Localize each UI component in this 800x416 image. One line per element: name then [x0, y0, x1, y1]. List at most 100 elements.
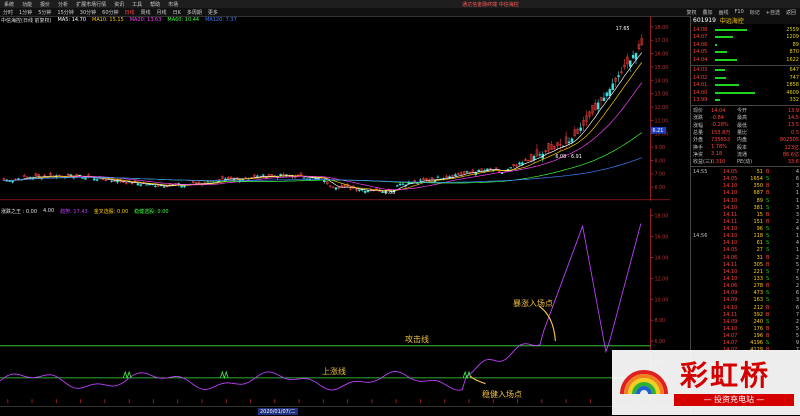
tick-volume: 118: [753, 233, 763, 240]
main-indicator-3: MA20: 13.63: [129, 17, 162, 23]
tick-count: 6: [795, 290, 799, 297]
sell-level-price: 14.08: [693, 26, 708, 33]
tick-volume: 176: [753, 326, 763, 333]
main-ytick: 18.00: [654, 25, 668, 31]
main-indicator-1: MA5: 14.70: [57, 17, 87, 23]
tick-count: 1: [795, 233, 799, 240]
tick-row: 14.10 381 S 3: [691, 204, 800, 211]
candle-body: [366, 189, 370, 192]
quote-label: 涨幅: [693, 122, 704, 129]
ma10-line: [3, 62, 643, 192]
menu-item-3[interactable]: 分析: [58, 1, 68, 8]
tick-row: 14.10 96 S 4: [691, 226, 800, 233]
divider: [691, 105, 800, 106]
price-tag-value: 6.21: [653, 128, 664, 134]
quote-table: 现价 14.04 今开 13.9 涨跌 -0.84 最高 14.5 涨幅 -0.28% 最低 13.5…: [691, 107, 800, 166]
tick-side: B: [766, 261, 770, 268]
main-ytick: 11.00: [654, 118, 668, 124]
sell-levels: 14.08 2559 14.07 1209 14.06 89 14.05 870 14.04 16…: [691, 26, 800, 64]
period-tab-3[interactable]: 15分钟: [57, 9, 73, 16]
tick-count: 2: [795, 318, 799, 325]
period-tab-10[interactable]: 多周期: [187, 9, 202, 16]
period-tab-1[interactable]: 1分钟: [19, 9, 32, 16]
tick-volume: 305: [753, 261, 763, 268]
toolbar-action-0[interactable]: 复权: [686, 9, 696, 16]
toolbar-action-2[interactable]: 画线: [719, 9, 729, 16]
candle-body: [261, 174, 265, 176]
tick-volume: 350: [753, 183, 763, 190]
toolbar-action-1[interactable]: 叠加: [702, 9, 712, 16]
period-tab-11[interactable]: 更多: [208, 9, 218, 16]
main-ytick: 9.00: [654, 145, 665, 151]
period-tab-8[interactable]: 月线: [157, 9, 167, 16]
buy-level-bar: [715, 91, 755, 94]
tick-row: 14.07 196 B 5: [691, 333, 800, 340]
toolbar-action-4[interactable]: 标记: [750, 9, 760, 16]
tick-side: S: [766, 240, 770, 247]
menu-item-8[interactable]: 市场: [168, 1, 178, 8]
tick-price: 14.05: [723, 247, 738, 254]
tick-count: 4: [795, 168, 799, 175]
tick-count: 5: [795, 276, 799, 283]
toolbar-action-5[interactable]: +自选: [766, 9, 780, 16]
tick-volume: 61: [756, 240, 763, 247]
candle-body: [381, 191, 384, 193]
period-tab-9[interactable]: 日K: [173, 9, 181, 16]
quote-label: 今开: [737, 108, 748, 115]
tick-row: 14.11 305 B 5: [691, 261, 800, 268]
menu-item-4[interactable]: 扩展市场行情: [76, 1, 106, 8]
period-tab-4[interactable]: 30分钟: [80, 9, 96, 16]
menu-item-2[interactable]: 报价: [40, 1, 50, 8]
tick-price: 14.11: [723, 218, 738, 225]
period-tab-7[interactable]: 周线: [141, 9, 151, 16]
tick-count: 1: [795, 190, 799, 197]
tick-price: 14.11: [723, 311, 738, 318]
quote-row: 涨幅 -0.28% 最低 13.5: [691, 122, 800, 129]
tick-row: 14.11 151 B 2: [691, 218, 800, 225]
sub-indicator-3: 金叉选股: 0.00: [93, 209, 129, 215]
sell-level-volume: 870: [789, 49, 799, 56]
menu-item-6[interactable]: 工具: [132, 1, 142, 8]
surge-entry-label: 暴涨入场点: [513, 299, 553, 308]
sub-ytick: 6.00: [654, 339, 665, 345]
tick-price: 14.05: [723, 168, 738, 175]
tick-side: B: [766, 326, 770, 333]
toolbar-action-6[interactable]: 返回: [786, 9, 796, 16]
candle-body: [602, 97, 606, 102]
toolbar-action-3[interactable]: F10: [735, 9, 744, 15]
tick-side: B: [766, 283, 770, 290]
period-tab-5[interactable]: 60分钟: [102, 9, 118, 16]
quote-label: 股本: [737, 144, 748, 151]
tick-count: 3: [795, 183, 799, 190]
range-label: 6.08 - 6.91: [555, 154, 581, 160]
candle-body: [401, 183, 405, 185]
period-tab-2[interactable]: 5分钟: [38, 9, 51, 16]
candle-body: [605, 92, 609, 97]
tick-side: S: [766, 226, 770, 233]
tick-list[interactable]: 14:55 14.05 51 B 4 14.05 1654 S 6 14.10 350 B 3 14.10…: [691, 168, 800, 354]
tick-volume: 133: [753, 276, 763, 283]
quote-value: 802505: [779, 136, 799, 143]
signal-mark: [462, 370, 472, 380]
quote-label: 内盘: [737, 137, 748, 144]
brand-name: 彩虹桥: [680, 359, 771, 392]
ma20-line: [3, 82, 643, 191]
tick-price: 14.10: [723, 240, 738, 247]
menu-item-7[interactable]: 帮助: [150, 1, 160, 8]
tick-price: 14.10: [723, 204, 738, 211]
period-tab-0[interactable]: 分时: [3, 9, 13, 16]
candle-body: [302, 177, 306, 179]
buy-level-volume: 647: [789, 67, 799, 74]
menu-item-0[interactable]: 系统: [4, 1, 14, 8]
tick-count: 5: [795, 261, 799, 268]
period-tab-6[interactable]: 日线: [125, 9, 135, 16]
sell-level-row: 14.05 870: [691, 49, 800, 57]
sell-level-bar: [715, 28, 747, 31]
menu-item-1[interactable]: 功能: [22, 1, 32, 8]
tick-price: 14.10: [723, 233, 738, 240]
buy-level-volume: 332: [789, 97, 799, 104]
main-price-chart[interactable]: 18.00 17.00 16.00 15.00 14.00 13.00 12.00 11.00…: [0, 16, 670, 201]
tick-row: 14.05 27 S 1: [691, 247, 800, 254]
menu-item-5[interactable]: 资讯: [114, 1, 124, 8]
sell-level-row: 14.08 2559: [691, 26, 800, 34]
